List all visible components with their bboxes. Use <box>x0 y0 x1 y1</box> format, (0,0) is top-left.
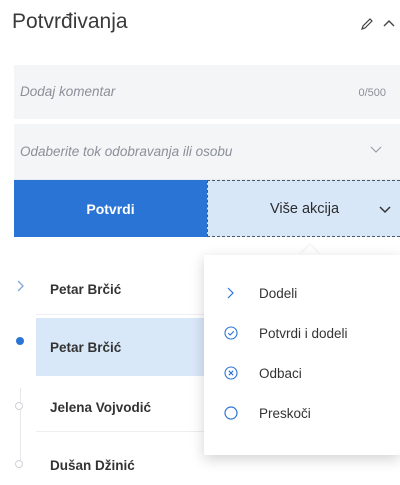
chevron-up-icon[interactable] <box>381 16 397 32</box>
panel-header: Potvrđivanja <box>0 0 400 50</box>
approvals-panel: Potvrđivanja Dodaj komentar 0/500 Odaber… <box>0 0 400 485</box>
approver-name: Dušan Džinić <box>50 457 135 473</box>
comment-counter: 0/500 <box>358 87 386 99</box>
circle-icon <box>224 406 238 420</box>
comment-placeholder: Dodaj komentar <box>20 84 116 99</box>
check-circle-icon <box>224 326 238 340</box>
menu-item-approve-assign[interactable]: Potvrdi i dodeli <box>204 313 400 353</box>
menu-item-skip[interactable]: Preskoči <box>204 393 400 433</box>
x-circle-icon <box>224 366 238 380</box>
menu-item-label: Dodeli <box>259 285 298 301</box>
approver-select[interactable]: Odaberite tok odobravanja ili osobu <box>14 124 400 180</box>
approver-placeholder: Odaberite tok odobravanja ili osobu <box>20 144 233 159</box>
more-actions-menu: Dodeli Potvrdi i dodeli Odbaci Preskoči <box>204 255 400 455</box>
approver-name: Jelena Vojvodić <box>50 400 152 415</box>
menu-item-label: Odbaci <box>259 365 302 381</box>
approver-name: Petar Brčić <box>50 339 122 355</box>
menu-caret <box>300 245 320 255</box>
chevron-down-icon <box>369 142 383 161</box>
more-actions-label: Više akcija <box>270 200 340 217</box>
menu-item-reject[interactable]: Odbaci <box>204 353 400 393</box>
menu-item-assign[interactable]: Dodeli <box>204 273 400 313</box>
edit-icon[interactable] <box>359 16 375 32</box>
menu-item-label: Preskoči <box>259 405 311 421</box>
pending-step-dot <box>15 402 23 410</box>
comment-field[interactable]: Dodaj komentar 0/500 <box>14 65 400 119</box>
chevron-right-icon <box>15 279 27 298</box>
timeline-connector <box>20 388 21 468</box>
approve-button[interactable]: Potvrdi <box>14 180 207 237</box>
pending-step-dot <box>15 460 23 468</box>
chevron-down-icon <box>378 202 392 221</box>
more-actions-button[interactable]: Više akcija <box>207 180 400 237</box>
active-step-dot <box>16 337 24 345</box>
approver-name: Petar Brčić <box>50 282 122 297</box>
chevron-right-icon <box>224 286 238 300</box>
menu-item-label: Potvrdi i dodeli <box>259 325 348 341</box>
page-title: Potvrđivanja <box>12 10 128 33</box>
